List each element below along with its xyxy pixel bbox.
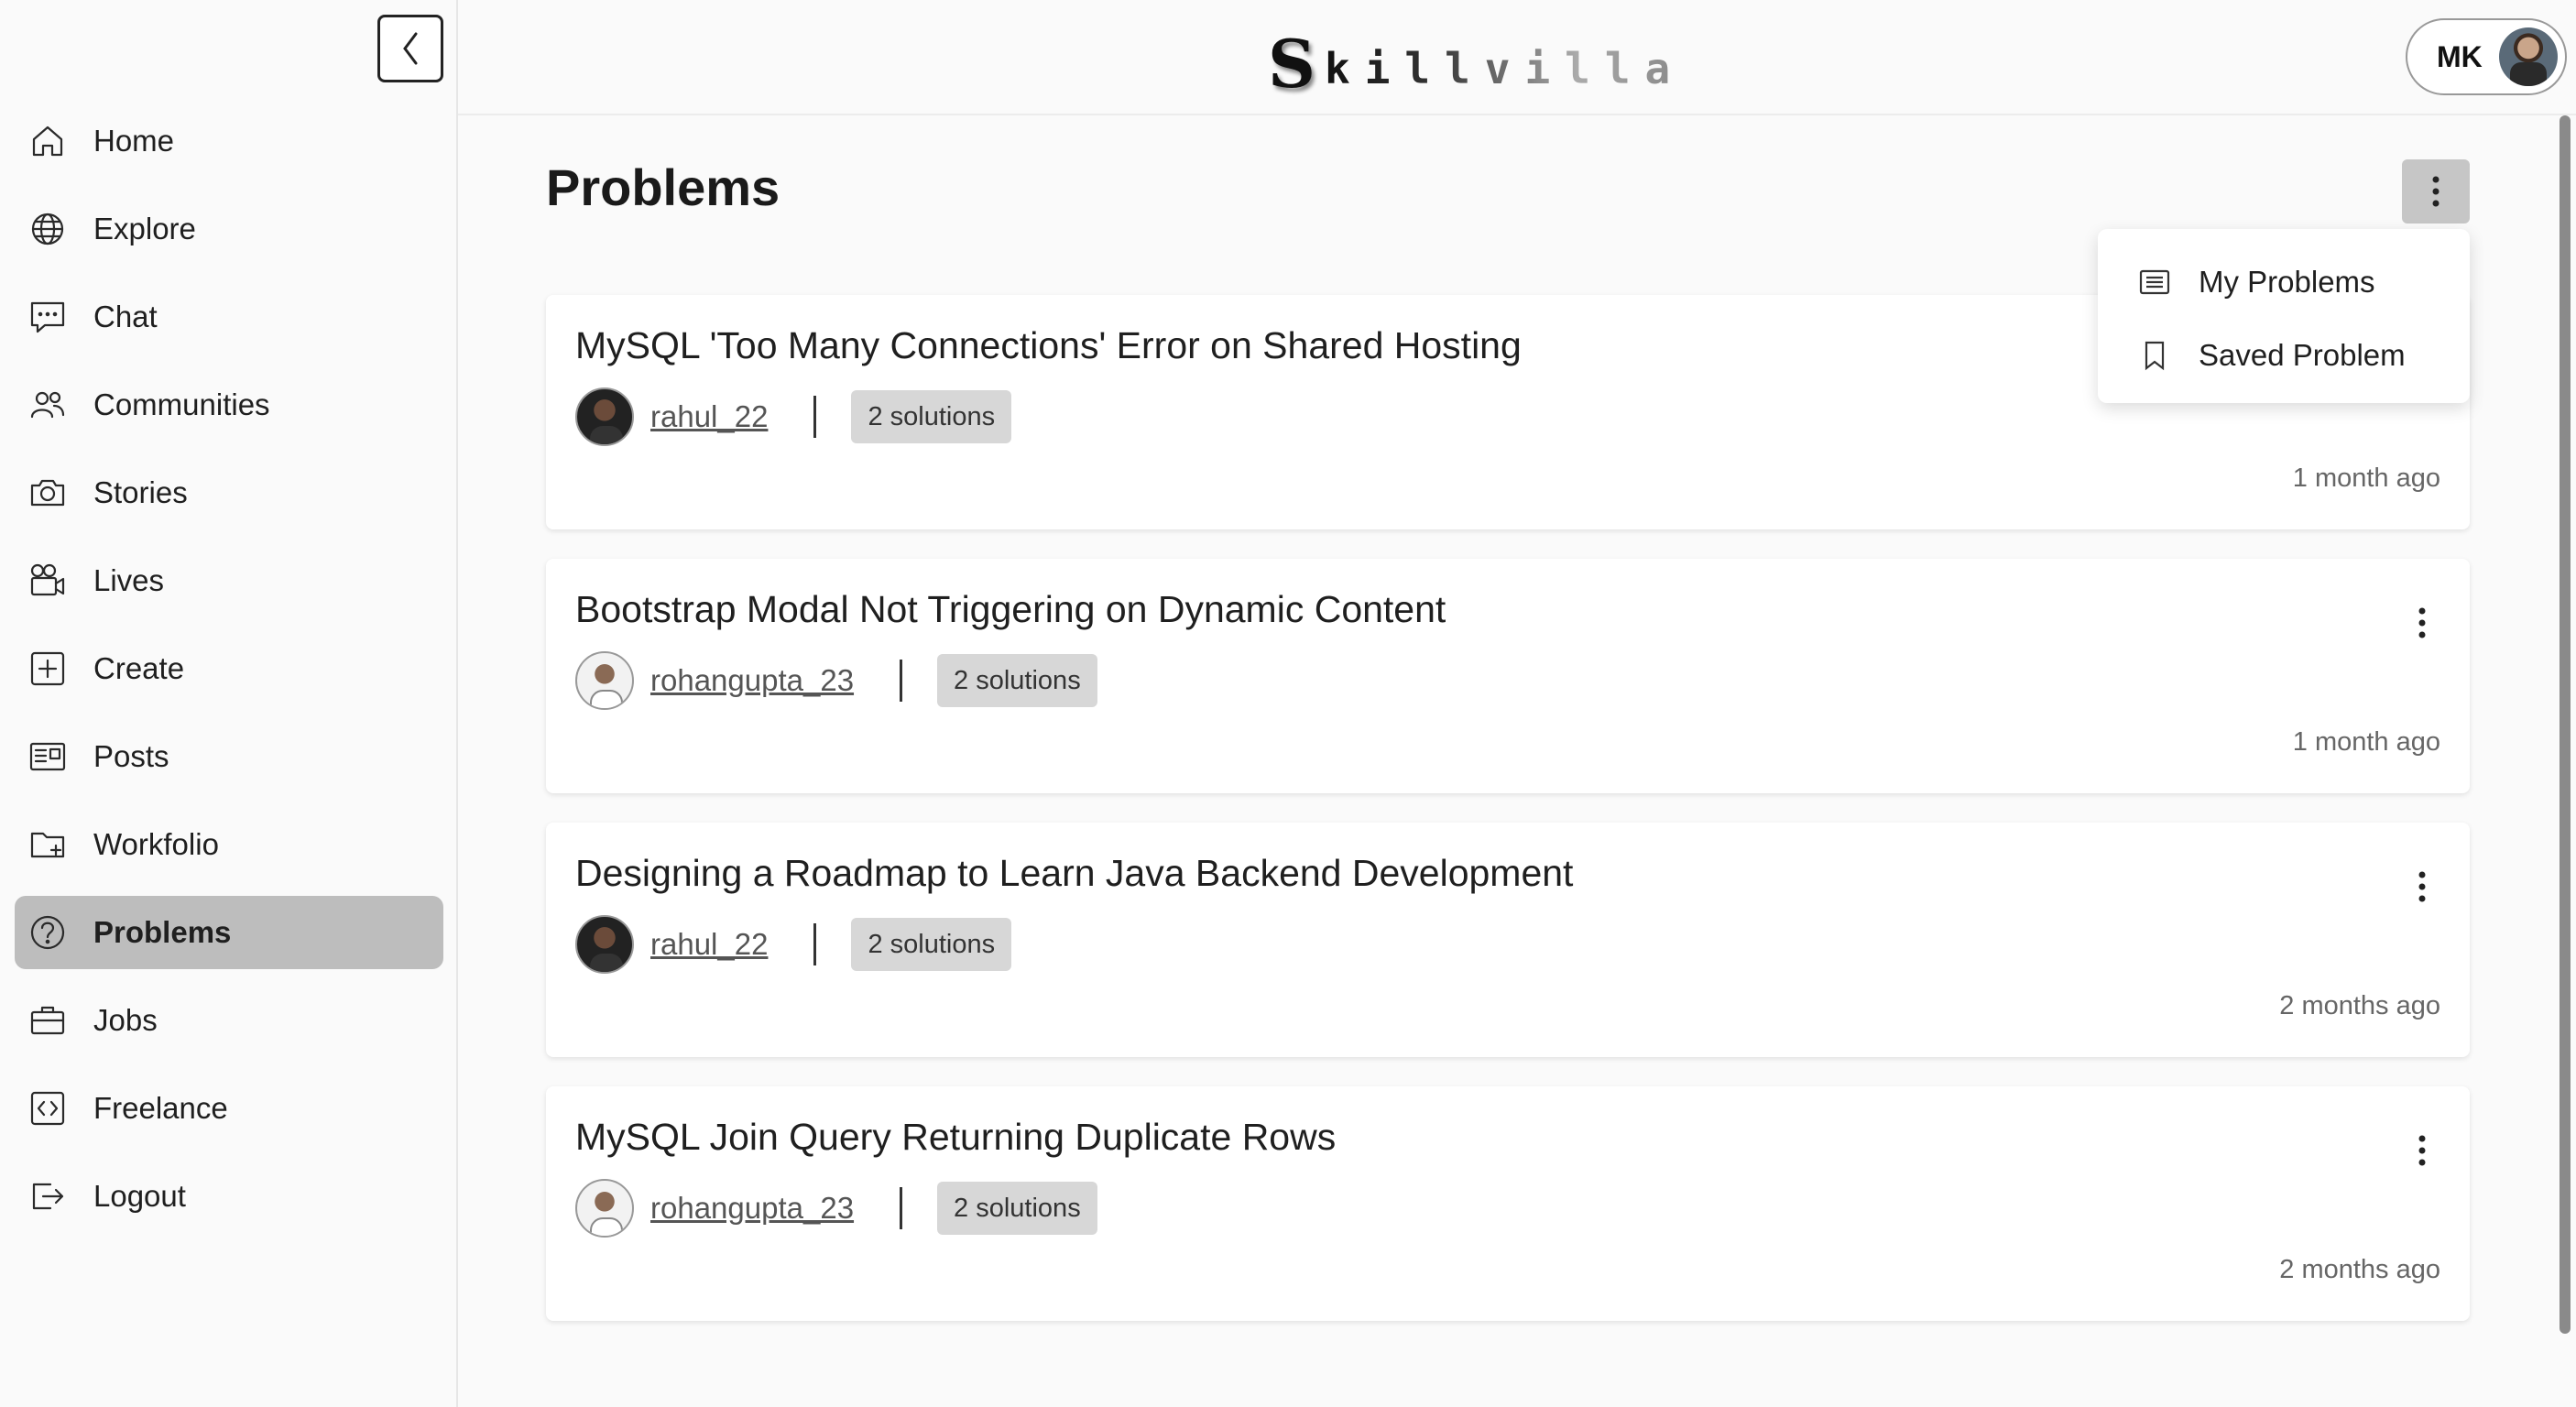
sidebar-item-label: Problems: [93, 915, 232, 949]
solutions-badge: 2 solutions: [937, 654, 1097, 707]
more-vertical-icon: [2418, 607, 2426, 638]
sidebar-item-label: Home: [93, 124, 175, 158]
card-menu-button[interactable]: [2413, 605, 2431, 641]
sidebar-item-posts[interactable]: Posts: [15, 720, 443, 793]
solutions-badge: 2 solutions: [851, 390, 1012, 443]
collapse-sidebar-button[interactable]: [377, 15, 443, 82]
plus-square-icon: [27, 649, 68, 689]
divider: [900, 660, 903, 702]
sidebar-item-label: Create: [93, 651, 185, 685]
sidebar-item-home[interactable]: Home: [15, 104, 443, 178]
author-link[interactable]: rohangupta_23: [650, 1191, 854, 1226]
list-icon: [2139, 269, 2170, 295]
sidebar-item-create[interactable]: Create: [15, 632, 443, 705]
page-title: Problems: [546, 158, 780, 216]
bookmark-icon: [2145, 341, 2165, 371]
page-scrollbar[interactable]: [2558, 115, 2572, 1407]
top-header: S killvilla MK: [458, 0, 2576, 115]
chat-icon: [27, 297, 68, 337]
code-square-icon: [27, 1088, 68, 1129]
menu-item-label: Saved Problem: [2199, 338, 2406, 372]
sidebar-nav: Home Explore Chat Communities Stories Li…: [15, 104, 443, 1248]
skillvilla-logo[interactable]: S killvilla: [1268, 27, 1685, 97]
solutions-badge: 2 solutions: [851, 918, 1012, 971]
sidebar-item-stories[interactable]: Stories: [15, 456, 443, 529]
problem-title[interactable]: Designing a Roadmap to Learn Java Backen…: [575, 852, 1573, 895]
avatar: [2499, 27, 2558, 86]
sidebar-item-jobs[interactable]: Jobs: [15, 984, 443, 1057]
sidebar: Home Explore Chat Communities Stories Li…: [0, 0, 458, 1407]
sidebar-item-communities[interactable]: Communities: [15, 368, 443, 442]
avatar[interactable]: [575, 387, 634, 446]
sidebar-item-label: Communities: [93, 387, 270, 421]
sidebar-item-freelance[interactable]: Freelance: [15, 1072, 443, 1145]
timestamp: 2 months ago: [2279, 1255, 2440, 1284]
sidebar-item-label: Chat: [93, 300, 158, 333]
sidebar-item-label: Jobs: [93, 1003, 158, 1037]
card-menu-button[interactable]: [2413, 868, 2431, 905]
briefcase-icon: [27, 1000, 68, 1041]
logo-wordmark: killvilla: [1325, 48, 1685, 97]
sidebar-item-problems[interactable]: Problems: [15, 896, 443, 969]
problem-card[interactable]: MySQL Join Query Returning Duplicate Row…: [546, 1086, 2470, 1321]
sidebar-item-label: Freelance: [93, 1091, 228, 1125]
problem-meta: rohangupta_23 2 solutions: [575, 651, 1097, 710]
problem-title[interactable]: MySQL 'Too Many Connections' Error on Sh…: [575, 324, 1522, 367]
divider: [813, 396, 817, 438]
problem-card[interactable]: Designing a Roadmap to Learn Java Backen…: [546, 823, 2470, 1057]
chevron-left-icon: [403, 32, 418, 65]
menu-item-my-problems[interactable]: My Problems: [2098, 245, 2470, 319]
home-icon: [27, 121, 68, 161]
author-link[interactable]: rohangupta_23: [650, 663, 854, 698]
menu-item-saved-problem[interactable]: Saved Problem: [2098, 319, 2470, 392]
sidebar-item-workfolio[interactable]: Workfolio: [15, 808, 443, 881]
logout-icon: [27, 1176, 68, 1216]
sidebar-item-chat[interactable]: Chat: [15, 280, 443, 354]
problem-meta: rohangupta_23 2 solutions: [575, 1179, 1097, 1238]
menu-item-label: My Problems: [2199, 265, 2375, 299]
avatar[interactable]: [575, 915, 634, 974]
sidebar-item-label: Lives: [93, 563, 165, 597]
sidebar-item-explore[interactable]: Explore: [15, 192, 443, 266]
scrollbar-thumb[interactable]: [2560, 115, 2571, 1334]
divider: [900, 1187, 903, 1229]
profile-menu-button[interactable]: MK: [2406, 18, 2567, 95]
divider: [813, 923, 817, 965]
video-icon: [27, 561, 68, 601]
sidebar-item-label: Posts: [93, 739, 169, 773]
more-vertical-icon: [2418, 1135, 2426, 1166]
sidebar-item-label: Stories: [93, 475, 188, 509]
more-vertical-icon: [2432, 176, 2440, 207]
card-menu-button[interactable]: [2413, 1132, 2431, 1169]
globe-icon: [27, 209, 68, 249]
solutions-badge: 2 solutions: [937, 1182, 1097, 1235]
author-link[interactable]: rahul_22: [650, 927, 768, 962]
camera-icon: [27, 473, 68, 513]
folder-plus-icon: [27, 824, 68, 865]
problem-meta: rahul_22 2 solutions: [575, 387, 1012, 446]
avatar[interactable]: [575, 651, 634, 710]
timestamp: 1 month ago: [2292, 727, 2440, 757]
user-initials: MK: [2437, 39, 2483, 73]
more-vertical-icon: [2418, 871, 2426, 902]
sidebar-item-lives[interactable]: Lives: [15, 544, 443, 617]
problems-dropdown-menu: My Problems Saved Problem: [2098, 229, 2470, 403]
timestamp: 2 months ago: [2279, 991, 2440, 1020]
users-icon: [27, 385, 68, 425]
sidebar-item-label: Explore: [93, 212, 196, 245]
problem-card[interactable]: Bootstrap Modal Not Triggering on Dynami…: [546, 559, 2470, 793]
problem-meta: rahul_22 2 solutions: [575, 915, 1012, 974]
newspaper-icon: [27, 736, 68, 777]
sidebar-item-label: Logout: [93, 1179, 186, 1213]
question-circle-icon: [27, 912, 68, 953]
problems-menu-button[interactable]: [2402, 159, 2470, 224]
timestamp: 1 month ago: [2292, 464, 2440, 493]
sidebar-item-label: Workfolio: [93, 827, 219, 861]
sidebar-item-logout[interactable]: Logout: [15, 1160, 443, 1233]
logo-initial: S: [1268, 25, 1315, 103]
problem-title[interactable]: Bootstrap Modal Not Triggering on Dynami…: [575, 588, 1446, 631]
avatar[interactable]: [575, 1179, 634, 1238]
problem-title[interactable]: MySQL Join Query Returning Duplicate Row…: [575, 1116, 1336, 1159]
author-link[interactable]: rahul_22: [650, 399, 768, 434]
